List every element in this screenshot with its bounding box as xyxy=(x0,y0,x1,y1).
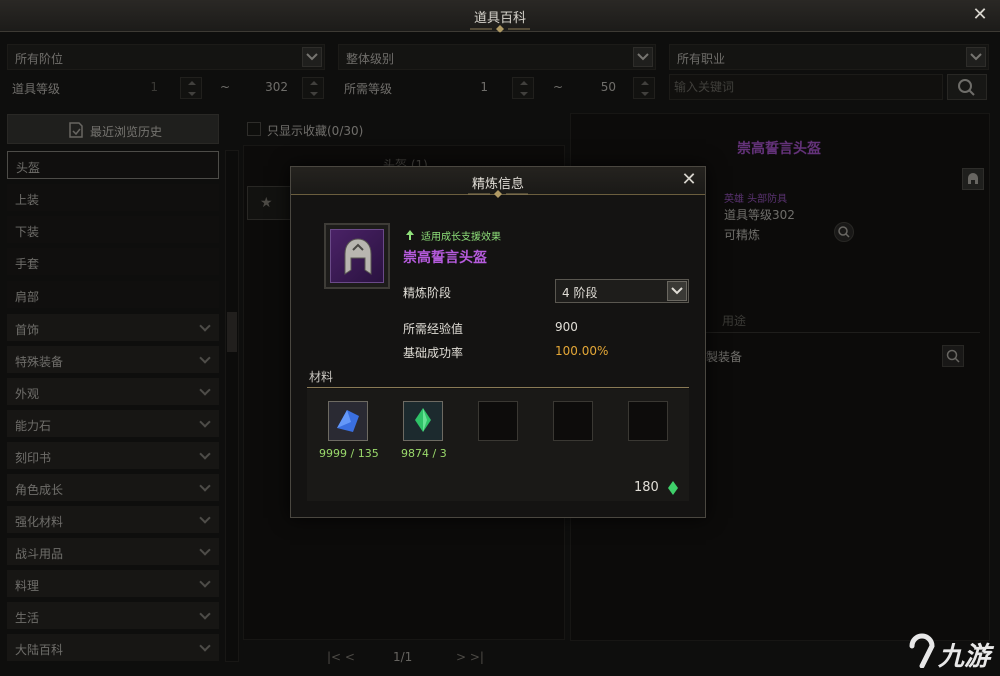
watermark-logo-icon xyxy=(909,633,935,668)
refine-tier-value: 4 阶段 xyxy=(562,286,598,300)
success-rate-label: 基础成功率 xyxy=(403,346,464,360)
chevron-down-icon xyxy=(667,281,687,301)
close-dialog-button[interactable]: ✕ xyxy=(679,170,699,190)
header-ornament-icon xyxy=(468,190,528,198)
material-slot-4 xyxy=(553,401,593,441)
materials-label: 材料 xyxy=(309,370,334,384)
helmet-icon xyxy=(344,238,372,275)
watermark-text: 九游 xyxy=(938,642,991,672)
refine-tier-label: 精炼阶段 xyxy=(403,286,452,300)
required-exp-label: 所需经验值 xyxy=(403,322,464,336)
materials-divider xyxy=(307,387,689,388)
blue-crystal-icon xyxy=(329,402,367,440)
dialog-header: 精炼信息 ✕ xyxy=(291,167,705,198)
refinement-info-dialog: 精炼信息 ✕ 适用成长支援效果 崇高誓言头盔 精炼阶段 4 阶段 所需经验值 9… xyxy=(290,166,706,518)
success-rate-value: 100.00% xyxy=(555,344,609,358)
dialog-item-name: 崇高誓言头盔 xyxy=(403,250,487,266)
material-slot-2[interactable] xyxy=(403,401,443,441)
shard-currency-icon xyxy=(668,481,678,495)
material-count-1: 9999 / 135 xyxy=(319,447,379,460)
green-shard-icon xyxy=(404,402,442,440)
material-slot-5 xyxy=(628,401,668,441)
refine-cost-value: 180 xyxy=(634,480,659,495)
item-icon xyxy=(324,223,390,289)
growth-support-icon xyxy=(406,230,414,240)
material-slot-1[interactable] xyxy=(328,401,368,441)
material-count-2: 9874 / 3 xyxy=(401,447,447,460)
close-window-button[interactable]: ✕ xyxy=(970,5,990,25)
refine-tier-dropdown[interactable]: 4 阶段 xyxy=(555,279,689,303)
material-slot-3 xyxy=(478,401,518,441)
growth-support-label: 适用成长支援效果 xyxy=(421,232,501,243)
title-bar: 道具百科 ✕ xyxy=(0,0,1000,33)
required-exp-value: 900 xyxy=(555,320,578,334)
